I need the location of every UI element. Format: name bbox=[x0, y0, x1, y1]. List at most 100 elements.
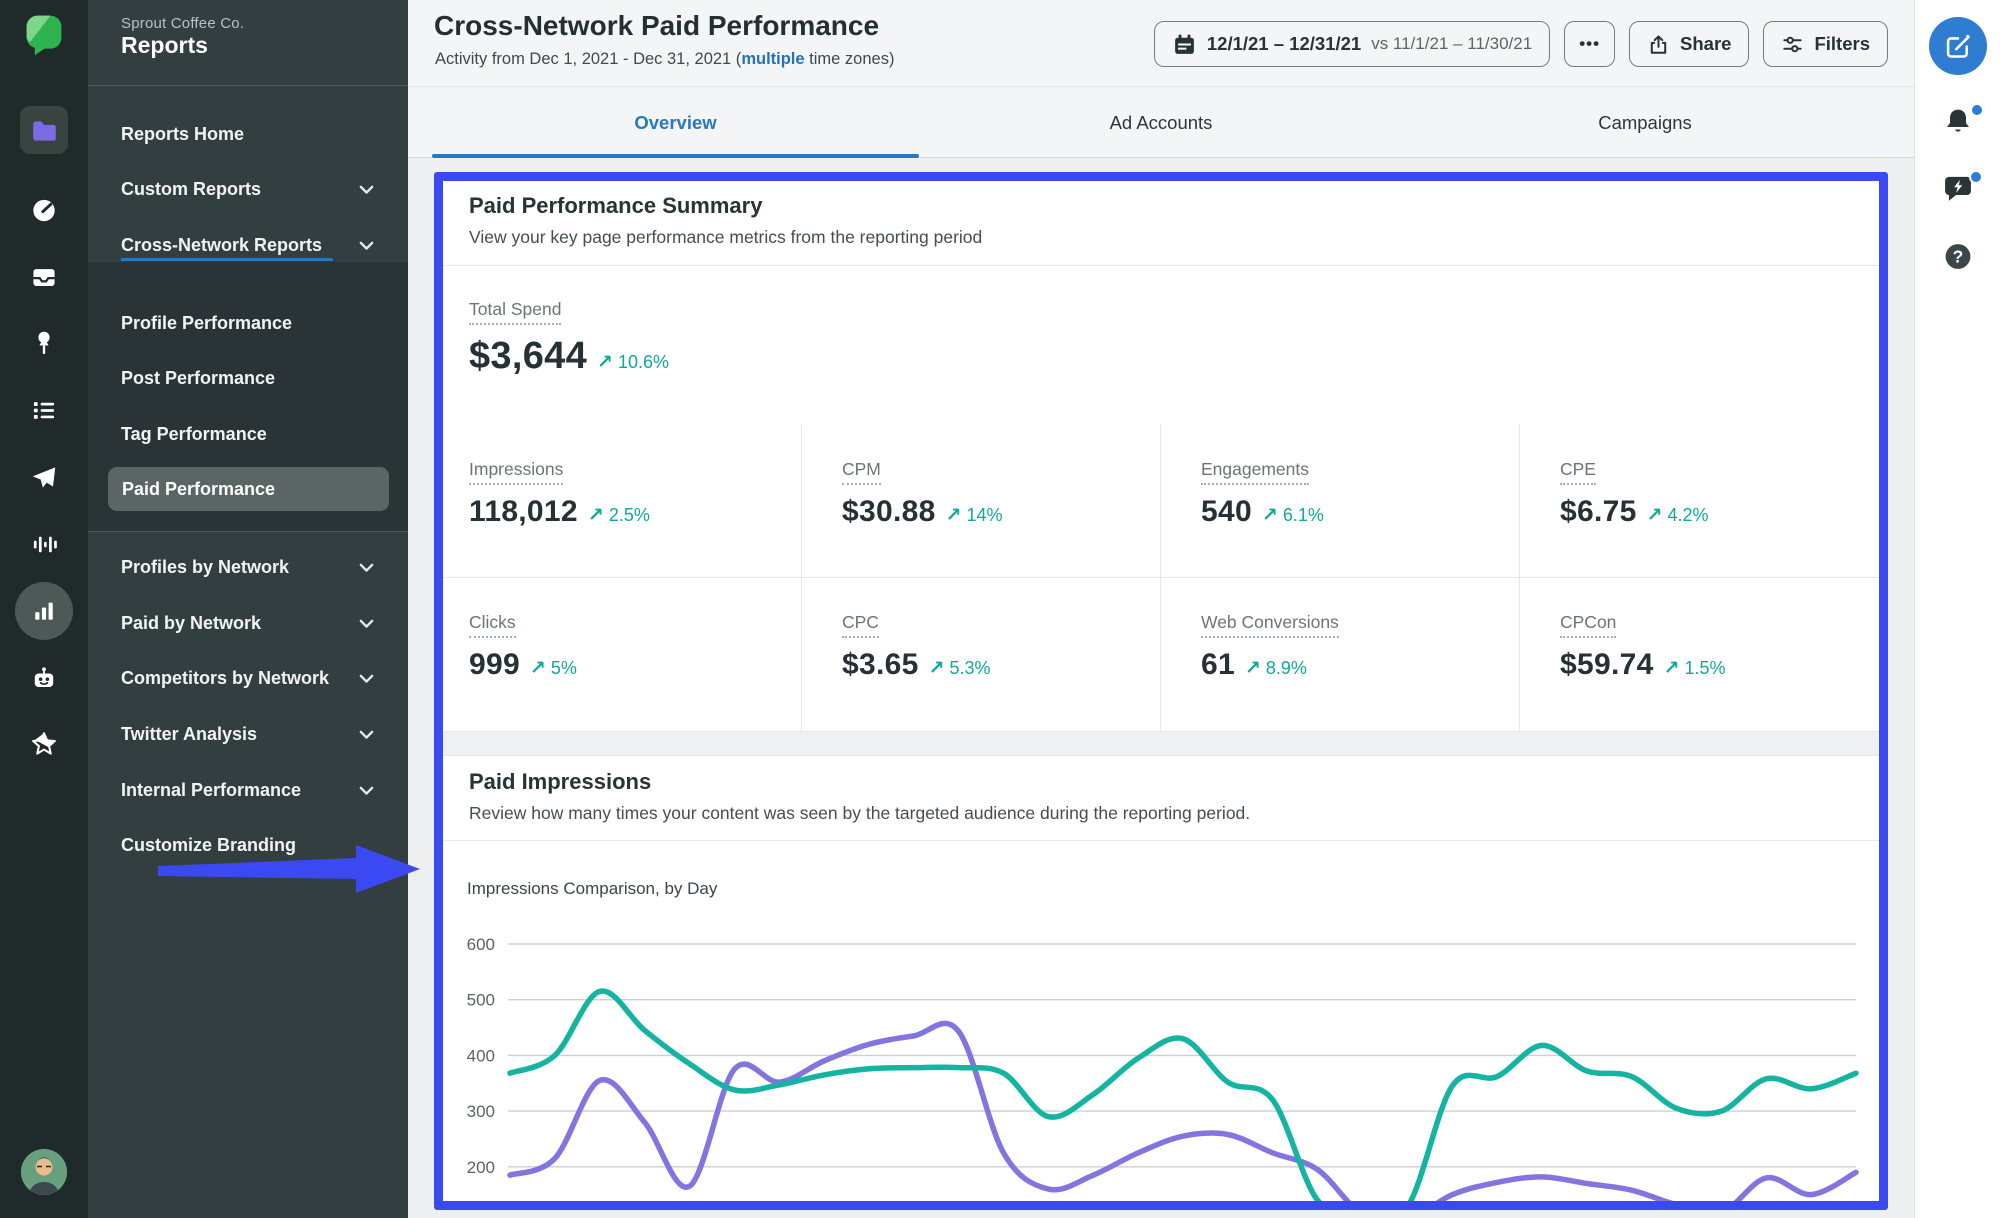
metric-label[interactable]: CPCon bbox=[1560, 612, 1616, 638]
metric-label[interactable]: CPE bbox=[1560, 459, 1596, 485]
metric-label[interactable]: Clicks bbox=[469, 612, 516, 638]
sidebar-item-competitors-by-network[interactable]: Competitors by Network bbox=[88, 651, 408, 705]
metric-value: 540 bbox=[1201, 495, 1252, 529]
metric-label[interactable]: Engagements bbox=[1201, 459, 1309, 485]
date-range-label: 12/1/21 – 12/31/21 bbox=[1207, 33, 1361, 55]
chart-line-teal bbox=[510, 991, 1856, 1201]
reports-folder-rail-item[interactable] bbox=[20, 106, 68, 154]
sidebar-item-profiles-by-network[interactable]: Profiles by Network bbox=[88, 540, 408, 594]
sidebar-item-label: Internal Performance bbox=[121, 780, 301, 801]
sidebar-company-name: Sprout Coffee Co. bbox=[121, 15, 244, 32]
notifications-button[interactable] bbox=[1942, 106, 1973, 142]
metric-delta-value: 1.5% bbox=[1684, 658, 1725, 679]
metric-label[interactable]: CPM bbox=[842, 459, 881, 485]
chevron-down-icon bbox=[359, 179, 374, 200]
paid-performance-report-card: Paid Performance Summary View your key p… bbox=[443, 181, 1879, 1201]
metric-tile-cpc[interactable]: CPC $3.65 ↗5.3% bbox=[802, 578, 1161, 731]
chevron-down-icon bbox=[359, 668, 374, 689]
metric-label[interactable]: CPC bbox=[842, 612, 879, 638]
sidebar-divider bbox=[88, 85, 408, 86]
more-options-button[interactable]: ••• bbox=[1564, 21, 1615, 67]
waveform-rail-item[interactable] bbox=[31, 531, 58, 558]
sidebar-item-label: Twitter Analysis bbox=[121, 724, 257, 745]
metric-delta: ↗1.5% bbox=[1664, 657, 1726, 680]
chevron-down-icon bbox=[359, 613, 374, 634]
metric-value: 61 bbox=[1201, 648, 1235, 682]
active-section-underline bbox=[121, 258, 333, 261]
pin-rail-item[interactable] bbox=[31, 330, 57, 356]
paper-plane-icon bbox=[31, 464, 58, 491]
help-button[interactable]: ? bbox=[1942, 241, 1973, 277]
chevron-down-icon bbox=[359, 780, 374, 801]
metric-delta-value: 10.6% bbox=[618, 352, 669, 373]
sidebar-item-internal-performance[interactable]: Internal Performance bbox=[88, 763, 408, 817]
tab-label: Campaigns bbox=[1598, 112, 1692, 134]
metric-delta: ↗4.2% bbox=[1647, 504, 1709, 527]
date-range-button[interactable]: 12/1/21 – 12/31/21 vs 11/1/21 – 11/30/21 bbox=[1154, 21, 1550, 67]
sidebar-item-paid-by-network[interactable]: Paid by Network bbox=[88, 596, 408, 650]
gauge-rail-item[interactable] bbox=[31, 197, 58, 224]
sidebar-item-custom-reports[interactable]: Custom Reports bbox=[88, 162, 408, 216]
compose-button[interactable] bbox=[1929, 17, 1987, 75]
page-header: Cross-Network Paid Performance Activity … bbox=[408, 0, 1914, 87]
sidebar-item-paid-performance-selected[interactable]: Paid Performance bbox=[108, 467, 389, 511]
metric-delta-value: 14% bbox=[966, 505, 1002, 526]
paid-impressions-subtitle: Review how many times your content was s… bbox=[469, 803, 1250, 824]
sidebar-item-twitter-analysis[interactable]: Twitter Analysis bbox=[88, 707, 408, 761]
inbox-rail-item[interactable] bbox=[31, 264, 58, 291]
metric-delta: ↗8.9% bbox=[1245, 657, 1307, 680]
trend-up-arrow-icon: ↗ bbox=[929, 657, 945, 680]
sidebar-item-label: Paid Performance bbox=[122, 479, 275, 500]
metric-label[interactable]: Impressions bbox=[469, 459, 563, 485]
notification-dot bbox=[1969, 170, 1983, 184]
question-mark-icon: ? bbox=[1942, 241, 1973, 272]
trend-up-arrow-icon: ↗ bbox=[1647, 504, 1663, 527]
share-button[interactable]: Share bbox=[1629, 21, 1749, 67]
calendar-icon bbox=[1172, 32, 1197, 57]
tab-label: Overview bbox=[634, 112, 716, 134]
sidebar-item-profile-performance[interactable]: Profile Performance bbox=[88, 296, 408, 350]
metric-tile-cpcon[interactable]: CPCon $59.74 ↗1.5% bbox=[1520, 578, 1879, 731]
metric-tile-engagements[interactable]: Engagements 540 ↗6.1% bbox=[1161, 425, 1520, 578]
star-rail-item[interactable] bbox=[31, 731, 58, 758]
metric-label[interactable]: Web Conversions bbox=[1201, 612, 1339, 638]
metric-value: $59.74 bbox=[1560, 648, 1654, 682]
chart-title: Impressions Comparison, by Day bbox=[467, 879, 717, 899]
tab-ad-accounts[interactable]: Ad Accounts bbox=[919, 87, 1403, 158]
metric-tile-total-spend[interactable]: Total Spend $3,644 ↗10.6% bbox=[469, 299, 669, 378]
tab-overview[interactable]: Overview bbox=[432, 87, 919, 158]
list-rail-item[interactable] bbox=[31, 397, 58, 424]
filters-button[interactable]: Filters bbox=[1763, 21, 1888, 67]
chevron-down-icon bbox=[359, 724, 374, 745]
robot-rail-item[interactable] bbox=[31, 665, 58, 692]
sidebar-item-tag-performance[interactable]: Tag Performance bbox=[88, 407, 408, 461]
metric-value: $3,644 bbox=[469, 335, 587, 378]
metric-delta: ↗6.1% bbox=[1262, 504, 1324, 527]
metric-tile-cpe[interactable]: CPE $6.75 ↗4.2% bbox=[1520, 425, 1879, 578]
section-separator-band bbox=[443, 731, 1879, 756]
metric-delta-value: 5% bbox=[551, 658, 577, 679]
tab-campaigns[interactable]: Campaigns bbox=[1403, 87, 1887, 158]
metric-tile-cpm[interactable]: CPM $30.88 ↗14% bbox=[802, 425, 1161, 578]
sidebar-item-reports-home[interactable]: Reports Home bbox=[88, 107, 408, 161]
user-avatar[interactable] bbox=[21, 1149, 67, 1195]
summary-section-subtitle: View your key page performance metrics f… bbox=[469, 227, 982, 248]
summary-section-title: Paid Performance Summary bbox=[469, 193, 762, 219]
metric-tile-impressions[interactable]: Impressions 118,012 ↗2.5% bbox=[443, 425, 802, 578]
sidebar-item-cross-network-reports[interactable]: Cross-Network Reports bbox=[88, 218, 408, 272]
metric-value: $6.75 bbox=[1560, 495, 1637, 529]
chart-line-purple bbox=[510, 1023, 1856, 1201]
trend-up-arrow-icon: ↗ bbox=[597, 351, 613, 374]
sprout-logo-icon[interactable] bbox=[22, 12, 66, 56]
metrics-grid: Impressions 118,012 ↗2.5% CPM $30.88 ↗14… bbox=[443, 425, 1879, 731]
metric-label[interactable]: Total Spend bbox=[469, 299, 561, 325]
metric-tile-clicks[interactable]: Clicks 999 ↗5% bbox=[443, 578, 802, 731]
sidebar-item-label: Profile Performance bbox=[121, 313, 292, 334]
paper-plane-rail-item[interactable] bbox=[31, 464, 58, 491]
metric-tile-web-conversions[interactable]: Web Conversions 61 ↗8.9% bbox=[1161, 578, 1520, 731]
sidebar-item-post-performance[interactable]: Post Performance bbox=[88, 351, 408, 405]
filters-icon bbox=[1781, 33, 1804, 56]
y-axis-tick-label: 500 bbox=[467, 991, 495, 1010]
reports-active-rail-item[interactable] bbox=[15, 582, 73, 640]
multiple-timezones-link[interactable]: multiple bbox=[741, 50, 804, 68]
